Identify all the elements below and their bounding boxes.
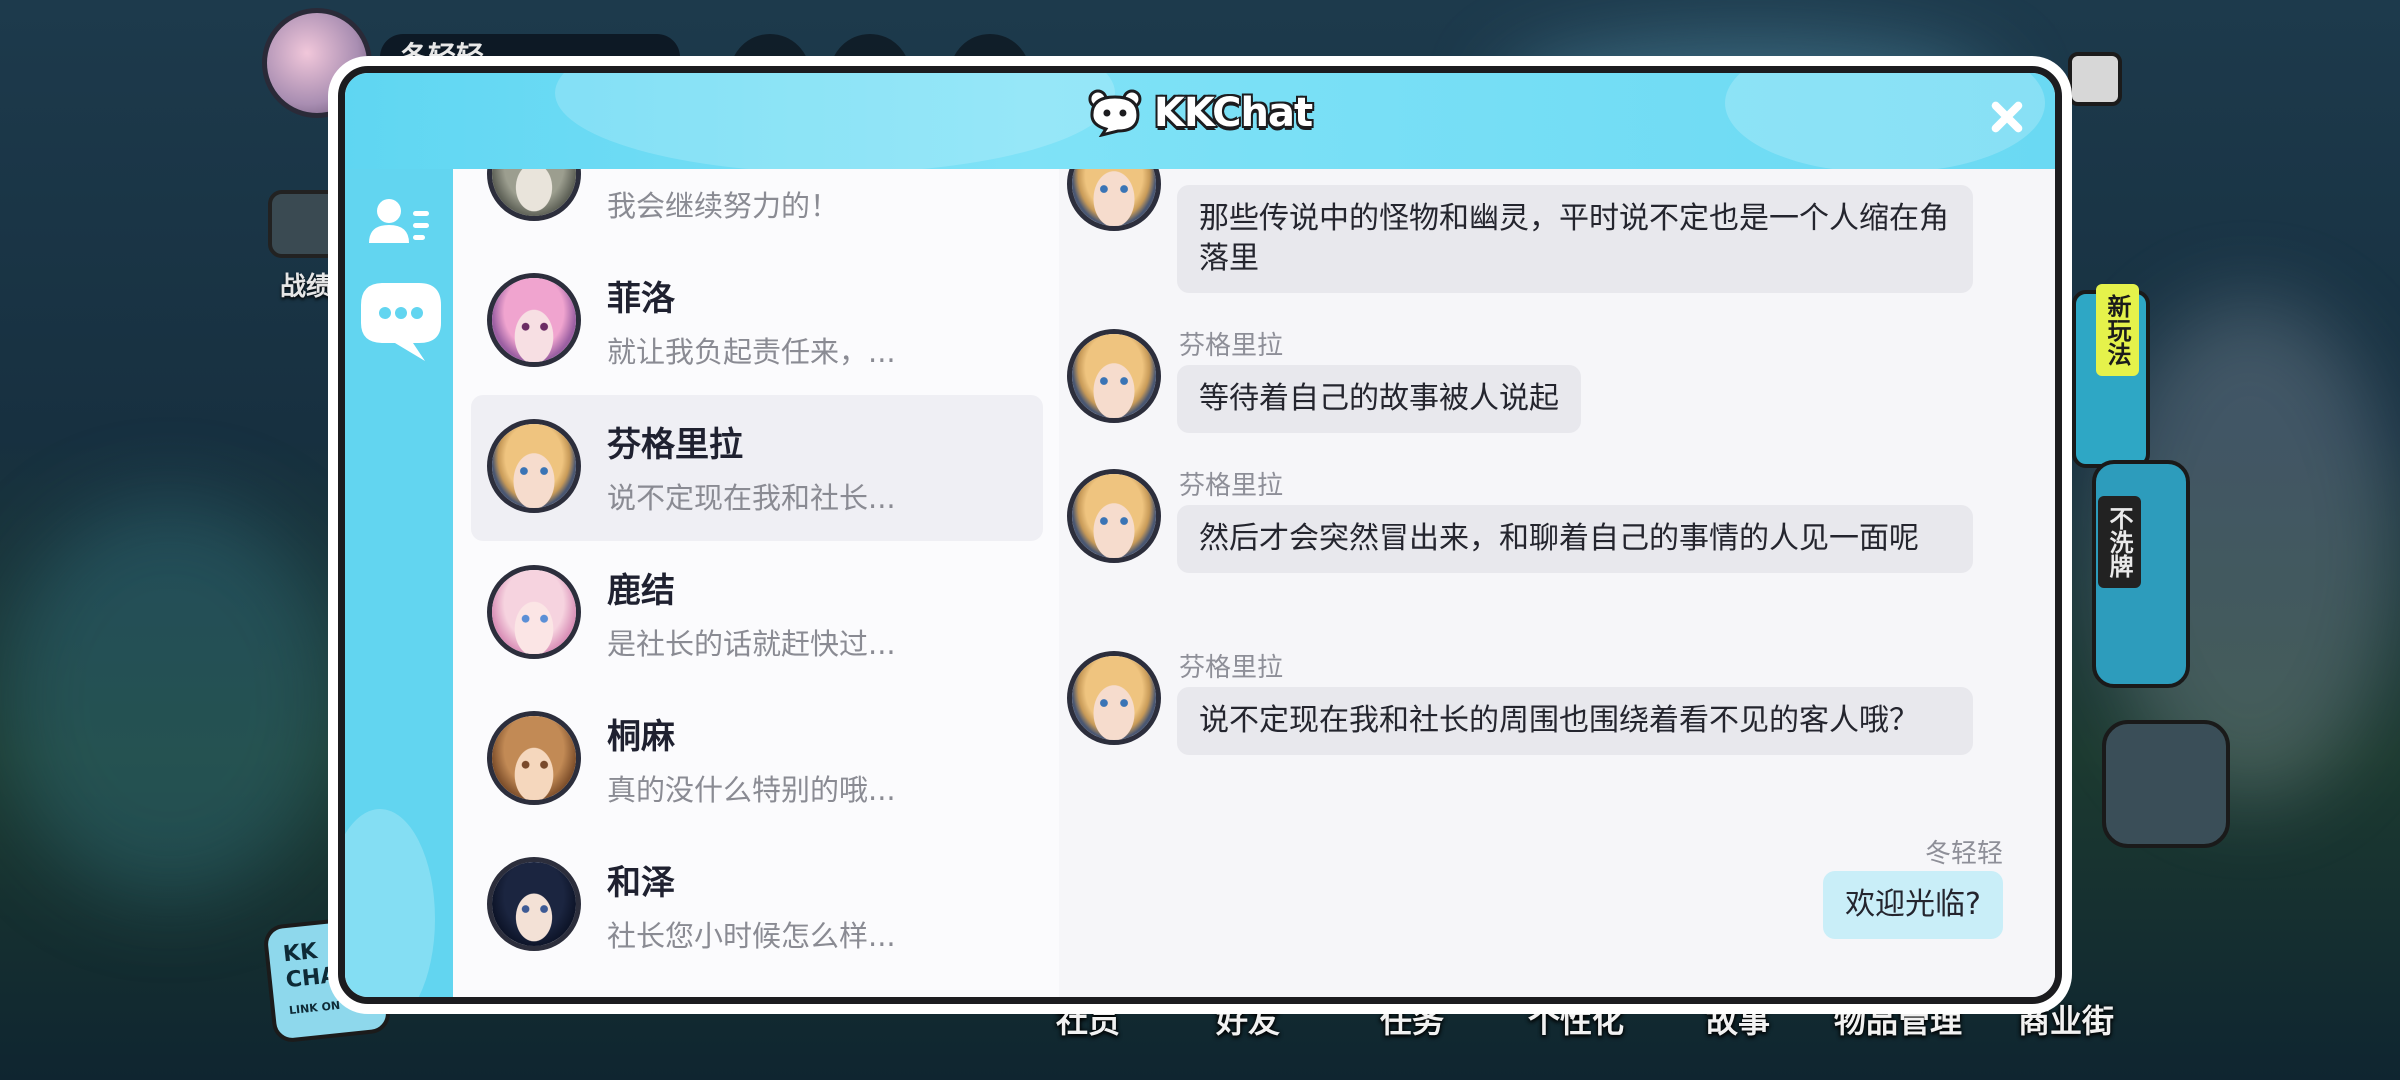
contact-preview: 社长您小时候怎么样... — [607, 919, 896, 953]
contact-name: 鹿结 — [607, 571, 675, 611]
contact-item[interactable]: 菲洛 就让我负起责任来，... — [471, 249, 1043, 395]
contact-name: 桐麻 — [607, 717, 675, 757]
modal-title: KKChat — [1153, 89, 1314, 137]
contact-item[interactable]: 和泽 社长您小时候怎么样... — [471, 833, 1043, 979]
header-decoration — [555, 73, 1115, 173]
contact-avatar — [487, 169, 581, 221]
contacts-icon — [369, 199, 429, 243]
records-label: 战绩 — [280, 272, 333, 302]
message-bubble-mine: 欢迎光临? — [1823, 871, 2003, 939]
message-bubble: 等待着自己的故事被人说起 — [1177, 365, 1581, 433]
sidebar-decoration — [345, 809, 435, 997]
new-mode-tag[interactable]: 新玩法 — [2096, 284, 2139, 376]
contact-preview: 是社长的话就赶快过... — [607, 627, 896, 661]
chat-bubble-icon — [361, 283, 441, 361]
message-sender: 芬格里拉 — [1179, 331, 1284, 361]
tab-contacts[interactable] — [355, 181, 441, 267]
sidebar — [345, 169, 453, 997]
contact-item[interactable]: 鹿结 是社长的话就赶快过... — [471, 541, 1043, 687]
gallery-icon[interactable] — [2068, 52, 2122, 106]
contact-preview: 真的没什么特别的哦... — [607, 773, 896, 807]
bg-light-left — [0, 500, 340, 900]
chat-pane[interactable]: 那些传说中的怪物和幽灵，平时说不定也是一个人缩在角落里 芬格里拉 等待着自己的故… — [1059, 169, 2055, 997]
contact-list[interactable]: 我会继续努力的！ 菲洛 就让我负起责任来，... 芬格里拉 说不定现在我和社长.… — [453, 169, 1059, 997]
contact-avatar — [487, 565, 581, 659]
contact-name: 菲洛 — [607, 279, 675, 319]
message-avatar — [1067, 651, 1161, 745]
contact-preview: 我会继续努力的！ — [607, 189, 840, 223]
message-sender: 芬格里拉 — [1179, 653, 1284, 683]
message-sender: 芬格里拉 — [1179, 471, 1284, 501]
message-bubble: 说不定现在我和社长的周围也围绕着看不见的客人哦？ — [1177, 687, 1973, 755]
contact-item[interactable]: 我会继续努力的！ — [471, 169, 1043, 249]
message-bubble: 那些传说中的怪物和幽灵，平时说不定也是一个人缩在角落里 — [1177, 185, 1973, 293]
game-button[interactable] — [2102, 720, 2230, 848]
kkchat-modal: KKChat 我会继续努力的！ 菲洛 就让我负起责任来，... 芬格里拉 说不定… — [338, 66, 2062, 1004]
contact-avatar — [487, 711, 581, 805]
contact-name: 和泽 — [607, 863, 675, 903]
contact-name: 芬格里拉 — [607, 425, 743, 465]
contact-item-selected[interactable]: 芬格里拉 说不定现在我和社长... — [471, 395, 1043, 541]
modal-header: KKChat — [345, 73, 2055, 173]
contact-preview: 就让我负起责任来，... — [607, 335, 896, 369]
message-sender: 冬轻轻 — [1924, 839, 2003, 869]
message-avatar — [1067, 169, 1161, 231]
contact-avatar — [487, 419, 581, 513]
no-shuffle-tag[interactable]: 不洗牌 — [2098, 496, 2141, 588]
contact-avatar — [487, 857, 581, 951]
contact-preview: 说不定现在我和社长... — [607, 481, 896, 515]
tab-chat[interactable] — [355, 275, 441, 361]
contact-item[interactable]: 桐麻 真的没什么特别的哦... — [471, 687, 1043, 833]
message-avatar — [1067, 329, 1161, 423]
message-avatar — [1067, 469, 1161, 563]
close-icon[interactable] — [1977, 87, 2037, 147]
contact-avatar — [487, 273, 581, 367]
title-group: KKChat — [1088, 89, 1314, 138]
message-bubble: 然后才会突然冒出来，和聊着自己的事情的人见一面呢 — [1177, 505, 1973, 573]
kkchat-bear-icon — [1088, 89, 1142, 138]
